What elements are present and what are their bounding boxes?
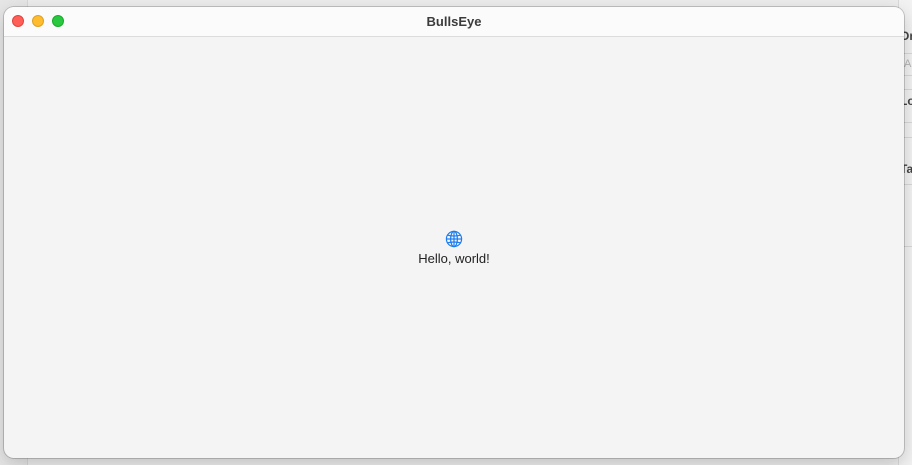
app-window: BullsEye Hello, world! bbox=[4, 7, 904, 458]
content-view: Hello, world! bbox=[4, 37, 904, 458]
title-bar[interactable]: BullsEye bbox=[4, 7, 904, 37]
window-title: BullsEye bbox=[426, 14, 482, 29]
greeting-text: Hello, world! bbox=[418, 251, 490, 266]
background-field: A bbox=[904, 58, 912, 70]
hello-stack: Hello, world! bbox=[4, 230, 904, 266]
globe-icon bbox=[445, 230, 463, 248]
